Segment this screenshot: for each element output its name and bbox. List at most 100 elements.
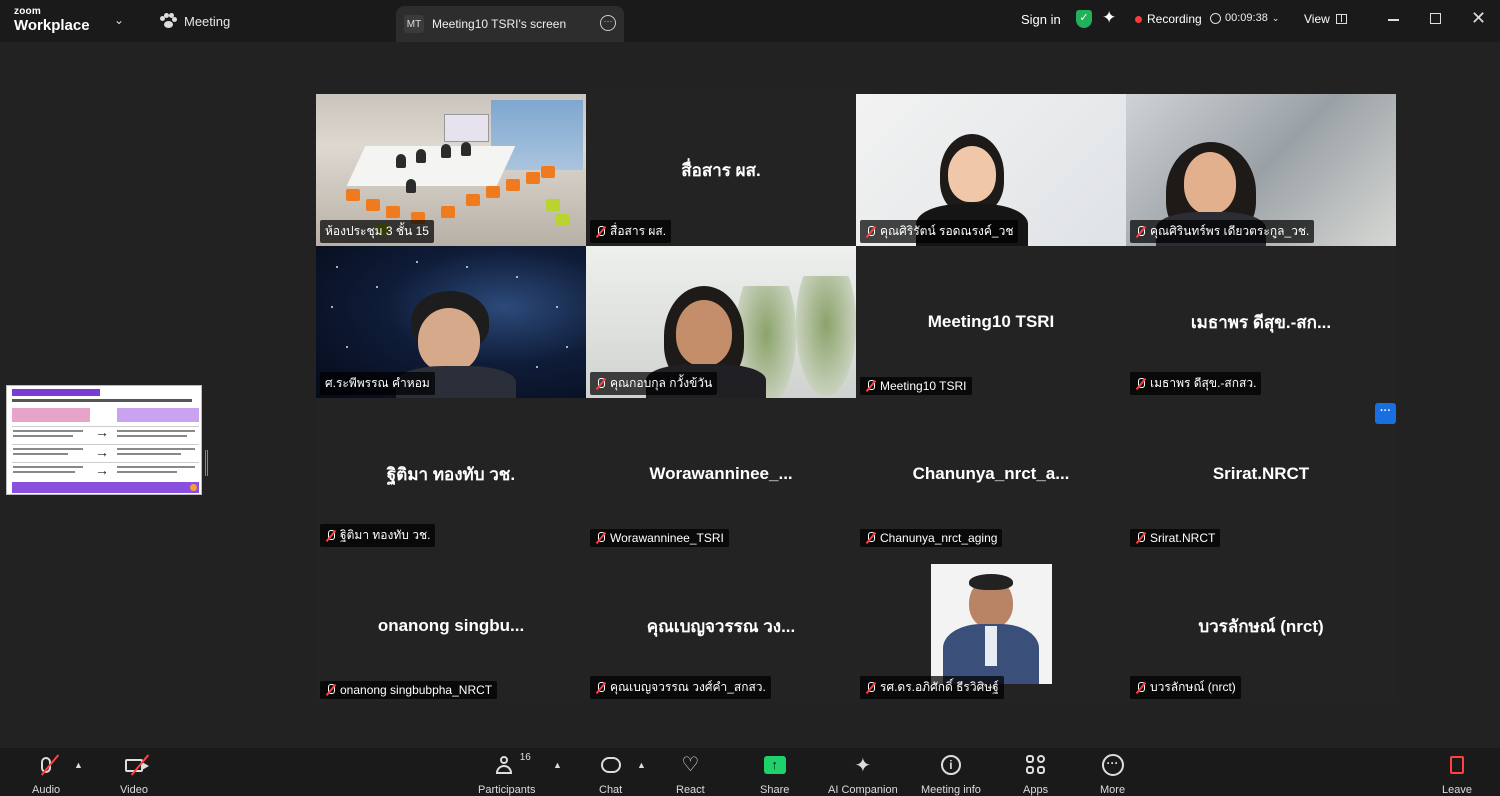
participant-tile[interactable]: คุณกอบกุล กวั้งข้วัน xyxy=(586,246,856,398)
participant-name: คุณกอบกุล กวั้งข้วัน xyxy=(610,376,713,390)
participant-name-label: คุณเบญจวรรณ วงศ์คำ_สกสว. xyxy=(590,676,771,699)
paw-icon xyxy=(160,13,177,29)
participant-tile[interactable]: ศ.ระพีพรรณ คำหอม xyxy=(316,246,586,398)
react-button[interactable]: ♡ React xyxy=(676,752,705,796)
participant-profile-photo xyxy=(931,564,1052,684)
participant-name-label: รศ.ดร.อภิศักดิ์ ธีรวิศิษฐ์ xyxy=(860,676,1004,699)
mic-off-icon xyxy=(1135,681,1146,694)
brand-line2: Workplace xyxy=(14,17,90,34)
participant-name-label: สื่อสาร ผส. xyxy=(590,220,672,243)
meeting-tab[interactable]: Meeting xyxy=(160,13,230,29)
audio-label: Audio xyxy=(32,784,61,796)
audio-button[interactable]: Audio xyxy=(32,752,60,796)
sign-in-link[interactable]: Sign in xyxy=(1021,12,1061,27)
minimize-icon[interactable] xyxy=(1388,19,1399,21)
participant-name: คุณศิรินทร์พร เดียวตระกูล_วช. xyxy=(1150,224,1310,238)
ai-companion-button[interactable]: ✦ AI Companion xyxy=(828,752,898,796)
participant-name: ศ.ระพีพรรณ คำหอม xyxy=(325,376,430,390)
view-icon xyxy=(1335,14,1347,24)
screen-share-tab[interactable]: MT Meeting10 TSRI's screen ··· xyxy=(396,6,624,42)
mic-off-icon xyxy=(865,380,876,392)
mic-off-icon xyxy=(595,681,606,694)
participants-options-caret[interactable]: ▲ xyxy=(553,760,562,770)
participant-name-label: ห้องประชุม 3 ชั้น 15 xyxy=(320,220,434,243)
more-label: More xyxy=(1100,784,1126,796)
shield-icon[interactable]: ✓ xyxy=(1076,10,1092,28)
participant-name: ฐิติมา ทองทับ วช. xyxy=(340,528,431,542)
participant-tile[interactable]: onanong singbu... onanong singbubpha_NRCT xyxy=(316,550,586,702)
view-label: View xyxy=(1304,12,1330,26)
participant-tile[interactable]: รศ.ดร.อภิศักดิ์ ธีรวิศิษฐ์ xyxy=(856,550,1126,702)
mic-off-icon xyxy=(1135,532,1146,544)
participant-tile[interactable]: Chanunya_nrct_a... Chanunya_nrct_aging xyxy=(856,398,1126,550)
participant-tile[interactable]: คุณศิรินทร์พร เดียวตระกูล_วช. xyxy=(1126,94,1396,246)
participant-name: คุณศิริรัตน์ รอดณรงค์_วช xyxy=(880,224,1014,238)
participant-tile[interactable]: บวรลักษณ์ (nrct) บวรลักษณ์ (nrct) xyxy=(1126,550,1396,702)
mic-off-icon xyxy=(325,529,336,542)
share-label: Share xyxy=(760,784,790,796)
gallery-more-button[interactable]: ··· xyxy=(1375,403,1396,424)
participant-tile[interactable]: ฐิติมา ทองทับ วช. ฐิติมา ทองทับ วช. xyxy=(316,398,586,550)
chevron-down-icon: ⌄ xyxy=(1271,12,1280,23)
leave-label: Leave xyxy=(1442,784,1472,796)
meeting-tab-label: Meeting xyxy=(184,13,231,29)
participants-button[interactable]: 16 Participants xyxy=(478,752,535,796)
participant-name: Srirat.NRCT xyxy=(1150,531,1216,545)
share-button[interactable]: ↑ Share xyxy=(760,752,789,796)
more-button[interactable]: ··· More xyxy=(1100,752,1125,796)
participant-tile[interactable]: เมธาพร ดีสุข.-สก... เมธาพร ดีสุข.-สกสว. xyxy=(1126,246,1396,398)
more-icon[interactable]: ··· xyxy=(600,15,616,31)
participant-name: onanong singbubpha_NRCT xyxy=(340,683,493,697)
participant-display-name: onanong singbu... xyxy=(377,616,525,635)
mic-off-icon xyxy=(595,377,606,390)
sparkle-icon[interactable]: ✦ xyxy=(1102,8,1116,28)
meeting-timer[interactable]: 00:09:38 ⌄ xyxy=(1210,12,1279,24)
shared-screen-thumbnail[interactable]: → → → xyxy=(6,385,202,495)
participant-name-label: Worawanninee_TSRI xyxy=(590,529,729,547)
more-circle-icon: ··· xyxy=(1101,754,1124,776)
participant-tile[interactable]: Worawanninee_... Worawanninee_TSRI xyxy=(586,398,856,550)
clock-icon xyxy=(1210,12,1221,24)
video-button[interactable]: Video xyxy=(120,752,150,796)
mic-off-icon xyxy=(595,225,606,238)
participants-count: 16 xyxy=(519,752,531,763)
ai-companion-label: AI Companion xyxy=(828,784,898,796)
participant-name-label: ฐิติมา ทองทับ วช. xyxy=(320,524,436,547)
leave-button[interactable]: Leave xyxy=(1442,752,1472,796)
participant-name: สื่อสาร ผส. xyxy=(610,224,667,238)
participant-tile[interactable]: สื่อสาร ผส. สื่อสาร ผส. xyxy=(586,94,856,246)
panel-resize-handle[interactable] xyxy=(205,450,208,476)
participant-tile[interactable]: Meeting10 TSRI Meeting10 TSRI xyxy=(856,246,1126,398)
meeting-info-button[interactable]: i Meeting info xyxy=(921,752,981,796)
participants-label: Participants xyxy=(478,784,536,796)
participant-name-label: Meeting10 TSRI xyxy=(860,377,972,395)
heart-icon: ♡ xyxy=(681,754,700,776)
participant-name-label: Srirat.NRCT xyxy=(1130,529,1221,547)
participant-tile[interactable]: คุณเบญจวรรณ วง... คุณเบญจวรรณ วงศ์คำ_สกสว… xyxy=(586,550,856,702)
screen-tab-badge: MT xyxy=(404,15,424,33)
share-icon: ↑ xyxy=(763,756,786,774)
ai-sparkle-icon: ✦ xyxy=(854,754,872,777)
chat-label: Chat xyxy=(599,784,623,796)
apps-button[interactable]: Apps xyxy=(1023,752,1048,796)
info-icon: i xyxy=(940,755,961,775)
participant-tile[interactable]: ห้องประชุม 3 ชั้น 15 xyxy=(316,94,586,246)
participant-tile[interactable]: Srirat.NRCT Srirat.NRCT xyxy=(1126,398,1396,550)
mic-off-icon xyxy=(1135,377,1146,390)
recording-indicator[interactable]: Recording xyxy=(1135,12,1202,26)
chevron-down-icon[interactable]: ⌄ xyxy=(114,13,124,27)
chat-options-caret[interactable]: ▲ xyxy=(637,760,646,770)
participant-name-label: ศ.ระพีพรรณ คำหอม xyxy=(320,372,435,395)
view-button[interactable]: View xyxy=(1304,12,1347,26)
close-icon[interactable]: ✕ xyxy=(1471,8,1486,29)
chat-button[interactable]: Chat xyxy=(599,752,622,796)
participant-name-label: คุณศิริรัตน์ รอดณรงค์_วช xyxy=(860,220,1019,243)
participant-name: Worawanninee_TSRI xyxy=(610,531,724,545)
audio-options-caret[interactable]: ▲ xyxy=(74,760,83,770)
mic-off-icon xyxy=(1135,225,1146,238)
participant-tile[interactable]: คุณศิริรัตน์ รอดณรงค์_วช xyxy=(856,94,1126,246)
zoom-workplace-logo: zoom Workplace xyxy=(14,7,90,34)
participant-name: บวรลักษณ์ (nrct) xyxy=(1150,680,1236,694)
maximize-icon[interactable] xyxy=(1430,13,1441,24)
screen-tab-title: Meeting10 TSRI's screen xyxy=(432,17,567,31)
